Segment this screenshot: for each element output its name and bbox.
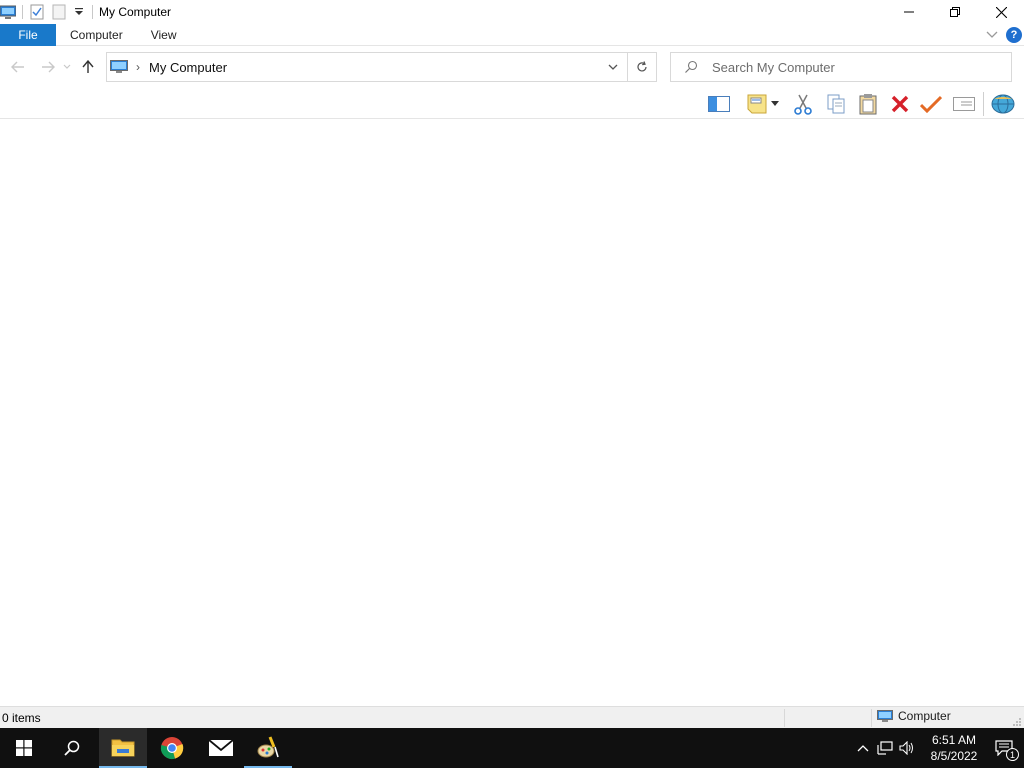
volume-icon[interactable] (896, 728, 918, 768)
clock[interactable]: 6:51 AM 8/5/2022 (924, 732, 984, 764)
customize-dropdown-icon[interactable] (71, 4, 87, 20)
tab-computer[interactable]: Computer (56, 24, 137, 46)
item-count: 0 items (2, 710, 41, 725)
taskbar: 6:51 AM 8/5/2022 1 (0, 728, 1024, 768)
shell-globe-icon[interactable] (990, 91, 1016, 117)
command-toolbar (0, 88, 1024, 119)
refresh-icon (637, 61, 647, 72)
mail-icon (208, 739, 234, 756)
status-divider (871, 709, 872, 727)
taskbar-chrome[interactable] (148, 728, 196, 768)
search-input[interactable] (712, 59, 1002, 75)
back-arrow-icon (11, 61, 24, 73)
properties-icon[interactable] (29, 4, 45, 20)
paint-app-icon (257, 736, 279, 758)
chrome-icon (160, 737, 184, 760)
new-folder-icon[interactable] (51, 4, 67, 20)
title-bar: My Computer (0, 0, 1024, 24)
resize-grip-icon[interactable] (1012, 716, 1022, 726)
refresh-button[interactable] (628, 52, 657, 82)
forward-button[interactable] (35, 52, 61, 82)
address-bar[interactable]: › My Computer (106, 52, 628, 82)
window-title: My Computer (99, 5, 172, 19)
status-bar: 0 items Computer (0, 706, 1024, 728)
properties-note-icon[interactable] (744, 91, 770, 117)
clock-time: 6:51 AM (931, 733, 977, 747)
search-icon (64, 740, 80, 756)
up-button[interactable] (75, 52, 101, 82)
clock-date: 8/5/2022 (930, 749, 978, 763)
file-list-area[interactable] (0, 119, 1024, 706)
breadcrumb-separator[interactable]: › (136, 60, 140, 74)
show-hidden-icons-chevron-icon[interactable] (852, 728, 874, 768)
qat-divider (22, 5, 23, 19)
file-explorer-icon (111, 739, 135, 757)
notification-count-badge: 1 (1006, 748, 1019, 761)
search-button[interactable] (48, 728, 96, 768)
cut-icon[interactable] (790, 91, 816, 117)
tab-view[interactable]: View (137, 24, 191, 46)
status-divider (784, 709, 785, 727)
search-icon (684, 60, 698, 74)
recent-locations-dropdown[interactable] (61, 52, 73, 82)
preview-pane-icon[interactable] (706, 91, 732, 117)
copy-icon[interactable] (823, 91, 849, 117)
computer-icon (877, 709, 893, 722)
breadcrumb-path[interactable]: My Computer (149, 60, 227, 75)
restore-button[interactable] (932, 0, 978, 24)
delete-icon[interactable] (887, 91, 913, 117)
zone-label: Computer (898, 709, 951, 723)
action-center-button[interactable]: 1 (984, 728, 1024, 768)
computer-icon[interactable] (0, 4, 16, 20)
chevron-down-icon (63, 64, 71, 69)
ribbon-controls: ? (986, 24, 1022, 46)
taskbar-file-explorer[interactable] (99, 728, 147, 768)
ribbon-tabs: File Computer View ? (0, 23, 1024, 46)
paste-icon[interactable] (855, 91, 881, 117)
minimize-button[interactable] (886, 0, 932, 24)
start-icon (16, 740, 32, 756)
quick-access-toolbar (0, 0, 93, 24)
rename-icon[interactable] (951, 91, 977, 117)
expand-ribbon-chevron-icon[interactable] (986, 28, 998, 42)
status-zone: Computer (877, 709, 951, 723)
tab-file[interactable]: File (0, 23, 56, 46)
up-arrow-icon (82, 60, 94, 73)
help-icon[interactable]: ? (1006, 27, 1022, 43)
network-icon[interactable] (874, 728, 896, 768)
new-item-dropdown-icon[interactable] (768, 91, 782, 117)
checkmark-icon[interactable] (918, 91, 944, 117)
forward-arrow-icon (42, 61, 55, 73)
qat-divider (92, 5, 93, 19)
toolbar-divider (983, 92, 984, 116)
address-history-dropdown-icon[interactable] (607, 61, 619, 73)
back-button[interactable] (5, 52, 31, 82)
start-button[interactable] (0, 728, 48, 768)
system-tray: 6:51 AM 8/5/2022 1 (852, 728, 1024, 768)
search-box[interactable] (670, 52, 1012, 82)
computer-icon (110, 60, 128, 74)
close-button[interactable] (978, 0, 1024, 24)
window-controls (886, 0, 1024, 24)
taskbar-paint-app[interactable] (244, 728, 292, 768)
taskbar-mail[interactable] (197, 728, 245, 768)
navigation-bar: › My Computer (0, 48, 1024, 86)
